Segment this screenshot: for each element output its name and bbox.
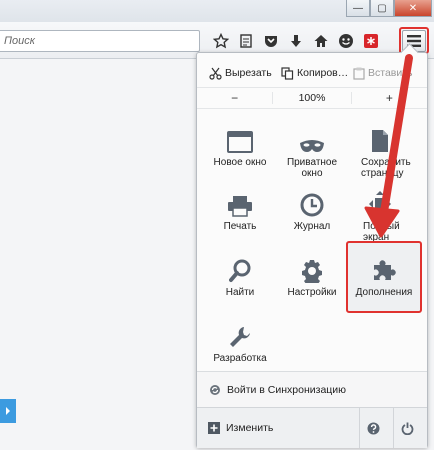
annotation-arrow	[364, 54, 413, 238]
